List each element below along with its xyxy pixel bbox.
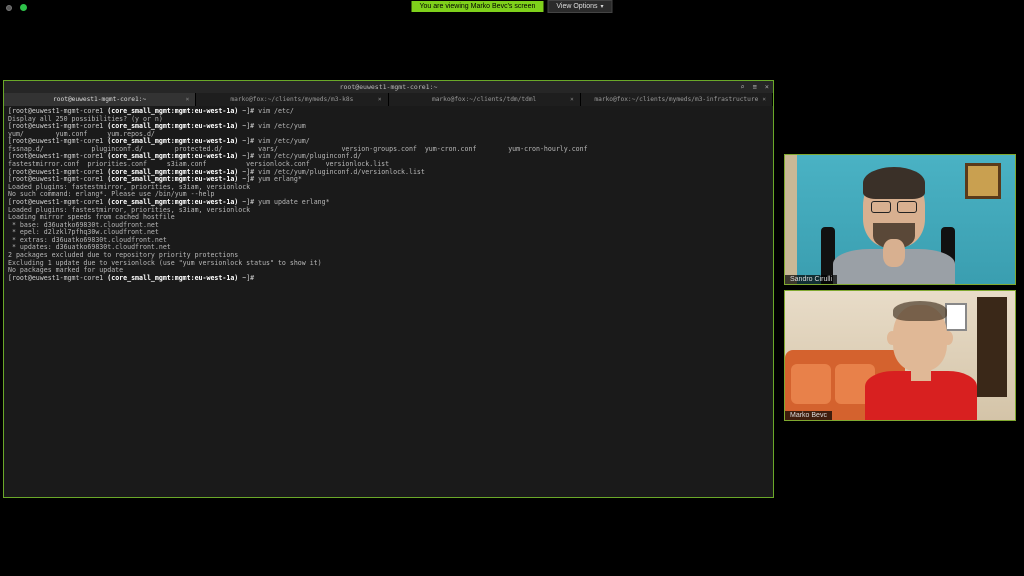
status-indicators bbox=[6, 4, 27, 11]
participant-name-1: Sandro Cirulli bbox=[785, 275, 837, 284]
terminal-tab[interactable]: marko@fox:~/clients/tdm/tdml × bbox=[389, 93, 581, 106]
search-icon[interactable]: ⌕ bbox=[740, 83, 744, 91]
camera-feed-2 bbox=[785, 291, 1015, 420]
view-options-button[interactable]: View Options ▾ bbox=[547, 0, 612, 13]
terminal-tab[interactable]: marko@fox:~/clients/mymeds/m3-infrastruc… bbox=[581, 93, 773, 106]
tab-close-icon[interactable]: × bbox=[762, 96, 766, 103]
screenshare-banner: You are viewing Marko Bevc's screen View… bbox=[412, 0, 613, 13]
view-options-label: View Options bbox=[556, 3, 597, 10]
tab-label: marko@fox:~/clients/tdm/tdml bbox=[432, 96, 536, 103]
tab-close-icon[interactable]: × bbox=[570, 96, 574, 103]
terminal-body[interactable]: [root@euwest1-mgmt-core1 (core_small_mgm… bbox=[4, 106, 773, 497]
tab-close-icon[interactable]: × bbox=[378, 96, 382, 103]
chevron-down-icon: ▾ bbox=[600, 3, 603, 10]
terminal-tabbar: root@euwest1-mgmt-core1:~×marko@fox:~/cl… bbox=[4, 93, 773, 106]
participant-name-2: Marko Bevc bbox=[785, 411, 832, 420]
camera-feed-1 bbox=[785, 155, 1015, 284]
terminal-tab[interactable]: root@euwest1-mgmt-core1:~ × bbox=[4, 93, 196, 106]
status-dot-active bbox=[20, 4, 27, 11]
tab-close-icon[interactable]: × bbox=[186, 96, 190, 103]
camera-tile-1[interactable]: Sandro Cirulli bbox=[784, 154, 1016, 285]
terminal-window: root@euwest1-mgmt-core1:~ ⌕ ≡ × root@euw… bbox=[3, 80, 774, 498]
terminal-title: root@euwest1-mgmt-core1:~ bbox=[340, 83, 438, 91]
menu-icon[interactable]: ≡ bbox=[753, 83, 757, 91]
tab-label: root@euwest1-mgmt-core1:~ bbox=[53, 96, 146, 103]
terminal-titlebar[interactable]: root@euwest1-mgmt-core1:~ ⌕ ≡ × bbox=[4, 81, 773, 93]
tab-label: marko@fox:~/clients/mymeds/m3-infrastruc… bbox=[594, 96, 758, 103]
close-icon[interactable]: × bbox=[765, 83, 769, 91]
tab-label: marko@fox:~/clients/mymeds/m3-k8s bbox=[230, 96, 353, 103]
terminal-tab[interactable]: marko@fox:~/clients/mymeds/m3-k8s × bbox=[196, 93, 388, 106]
titlebar-controls: ⌕ ≡ × bbox=[740, 83, 769, 91]
camera-tile-2[interactable]: Marko Bevc bbox=[784, 290, 1016, 421]
screenshare-message: You are viewing Marko Bevc's screen bbox=[412, 1, 544, 12]
status-dot-idle bbox=[6, 5, 12, 11]
